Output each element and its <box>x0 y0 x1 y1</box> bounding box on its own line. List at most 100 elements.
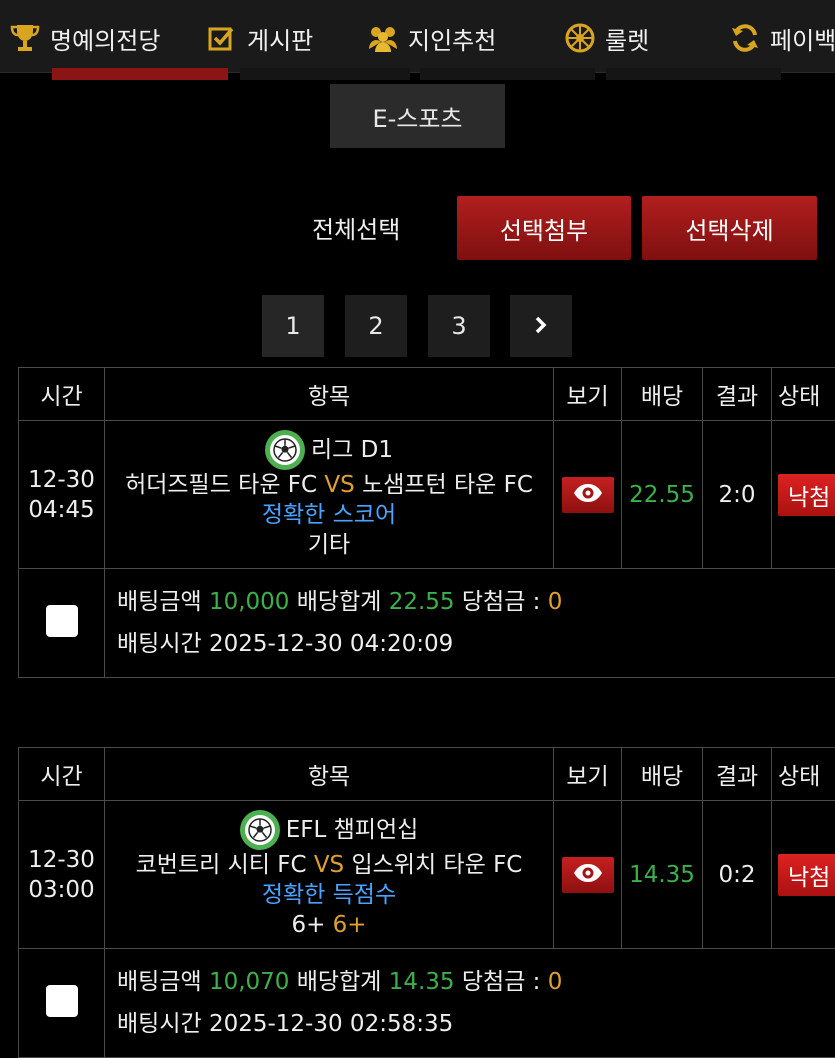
nav-referral[interactable]: 지인추천 <box>366 18 496 58</box>
next-page-button[interactable] <box>510 295 572 357</box>
view-detail-button[interactable] <box>562 857 614 893</box>
active-tab-indicator <box>52 68 228 80</box>
checkbox-icon <box>205 21 239 55</box>
checkbox-cell <box>19 569 105 678</box>
total-odds-label: 배당합계 <box>297 969 382 995</box>
match-time: 03:00 <box>19 875 104 905</box>
tab-strip-segment <box>606 68 781 80</box>
amount-line: 배팅금액 10,000 배당합계 22.55 당첨금 : 0 <box>117 581 835 623</box>
header-status: 상태 <box>772 368 835 421</box>
status-badge: 낙첨 <box>778 854 835 896</box>
nav-label: 게시판 <box>247 21 313 56</box>
market-name: 정확한 득점수 <box>105 880 553 910</box>
soccer-ball-icon <box>240 810 280 850</box>
header-item: 항목 <box>105 368 554 421</box>
bet-time-line: 배팅시간 2025-12-30 04:20:09 <box>117 623 835 665</box>
winnings-value: 0 <box>548 969 563 995</box>
league-name: 리그 D1 <box>311 435 393 465</box>
soccer-ball-icon <box>265 430 305 470</box>
bet-table: 시간 항목 보기 배당 결과 상태 12-30 04:45 리그 D1 허더즈필… <box>18 367 835 678</box>
nav-label: 룰렛 <box>605 21 649 56</box>
page-1-button[interactable]: 1 <box>262 295 324 357</box>
tab-esports[interactable]: E-스포츠 <box>330 84 505 148</box>
eye-icon <box>573 863 603 887</box>
winnings-label: 당첨금 : <box>462 589 541 615</box>
odds-value: 22.55 <box>622 421 703 569</box>
total-odds-value: 22.55 <box>389 589 455 615</box>
nav-board[interactable]: 게시판 <box>205 18 313 58</box>
view-detail-button[interactable] <box>562 477 614 513</box>
page-3-button[interactable]: 3 <box>428 295 490 357</box>
top-nav: 명예의전당 게시판 지인추천 룰렛 페이백 <box>0 0 835 73</box>
home-team: 허더즈필드 타운 FC <box>125 472 317 498</box>
header-time: 시간 <box>19 368 105 421</box>
bet-summary: 배팅금액 10,000 배당합계 22.55 당첨금 : 0 배팅시간 2025… <box>105 569 835 678</box>
view-cell <box>554 801 622 949</box>
select-checkbox[interactable] <box>46 605 78 637</box>
nav-roulette[interactable]: 룰렛 <box>563 18 649 58</box>
delete-selected-button[interactable]: 선택삭제 <box>642 196 817 260</box>
header-view: 보기 <box>554 748 622 801</box>
bet-summary-row: 배팅금액 10,070 배당합계 14.35 당첨금 : 0 배팅시간 2025… <box>19 949 835 1058</box>
bet-time-cell: 12-30 03:00 <box>19 801 105 949</box>
bet-table: 시간 항목 보기 배당 결과 상태 12-30 03:00 EFL 챔피언십 코… <box>18 747 835 1058</box>
match-date: 12-30 <box>19 465 104 495</box>
bet-item-cell: EFL 챔피언십 코번트리 시티 FC VS 입스위치 타운 FC 정확한 득점… <box>105 801 554 949</box>
bet-time-value: 2025-12-30 02:58:35 <box>209 1011 453 1037</box>
total-odds-value: 14.35 <box>389 969 455 995</box>
pick: 기타 <box>105 530 553 560</box>
bet-time-label: 배팅시간 <box>117 1011 202 1037</box>
nav-payback[interactable]: 페이백 <box>728 18 835 58</box>
tab-strip-segment <box>240 68 410 80</box>
view-cell <box>554 421 622 569</box>
header-time: 시간 <box>19 748 105 801</box>
matchup: 코번트리 시티 FC VS 입스위치 타운 FC <box>105 850 553 880</box>
match-date: 12-30 <box>19 845 104 875</box>
table-header-row: 시간 항목 보기 배당 결과 상태 <box>19 368 835 421</box>
market-name: 정확한 스코어 <box>105 500 553 530</box>
pick-value: 6+ <box>291 912 325 938</box>
checkbox-cell <box>19 949 105 1058</box>
nav-hall-of-fame[interactable]: 명예의전당 <box>8 18 160 58</box>
match-time: 04:45 <box>19 495 104 525</box>
trophy-icon <box>8 21 42 55</box>
matchup: 허더즈필드 타운 FC VS 노샘프턴 타운 FC <box>105 470 553 500</box>
table-header-row: 시간 항목 보기 배당 결과 상태 <box>19 748 835 801</box>
result-value: 2:0 <box>703 421 772 569</box>
header-odds: 배당 <box>622 748 703 801</box>
header-view: 보기 <box>554 368 622 421</box>
status-cell: 낙첨 <box>772 421 835 569</box>
pick: 6+ 6+ <box>105 910 553 940</box>
select-checkbox[interactable] <box>46 985 78 1017</box>
header-result: 결과 <box>703 748 772 801</box>
league-line: EFL 챔피언십 <box>105 810 553 850</box>
status-badge: 낙첨 <box>778 474 835 516</box>
nav-label: 지인추천 <box>408 21 496 56</box>
away-team: 입스위치 타운 FC <box>351 852 522 878</box>
table-row: 12-30 03:00 EFL 챔피언십 코번트리 시티 FC VS 입스위치 … <box>19 801 835 949</box>
league-line: 리그 D1 <box>105 430 553 470</box>
header-result: 결과 <box>703 368 772 421</box>
bet-item-cell: 리그 D1 허더즈필드 타운 FC VS 노샘프턴 타운 FC 정확한 스코어 … <box>105 421 554 569</box>
nav-label: 페이백 <box>770 21 835 56</box>
away-team: 노샘프턴 타운 FC <box>362 472 533 498</box>
winnings-label: 당첨금 : <box>462 969 541 995</box>
select-all-button[interactable]: 전체선택 <box>312 210 400 245</box>
attach-selected-button[interactable]: 선택첨부 <box>457 196 631 260</box>
nav-label: 명예의전당 <box>50 21 160 56</box>
amount-value: 10,070 <box>209 969 289 995</box>
bet-time-value: 2025-12-30 04:20:09 <box>209 631 453 657</box>
bet-time-cell: 12-30 04:45 <box>19 421 105 569</box>
total-odds-label: 배당합계 <box>297 589 382 615</box>
refresh-icon <box>728 21 762 55</box>
tab-strip-segment <box>420 68 595 80</box>
amount-label: 배팅금액 <box>117 969 202 995</box>
vs-label: VS <box>314 852 344 878</box>
roulette-icon <box>563 21 597 55</box>
home-team: 코번트리 시티 FC <box>136 852 307 878</box>
header-odds: 배당 <box>622 368 703 421</box>
pick-highlight: 6+ <box>333 912 367 938</box>
amount-value: 10,000 <box>209 589 289 615</box>
page-2-button[interactable]: 2 <box>345 295 407 357</box>
table-row: 12-30 04:45 리그 D1 허더즈필드 타운 FC VS 노샘프턴 타운… <box>19 421 835 569</box>
